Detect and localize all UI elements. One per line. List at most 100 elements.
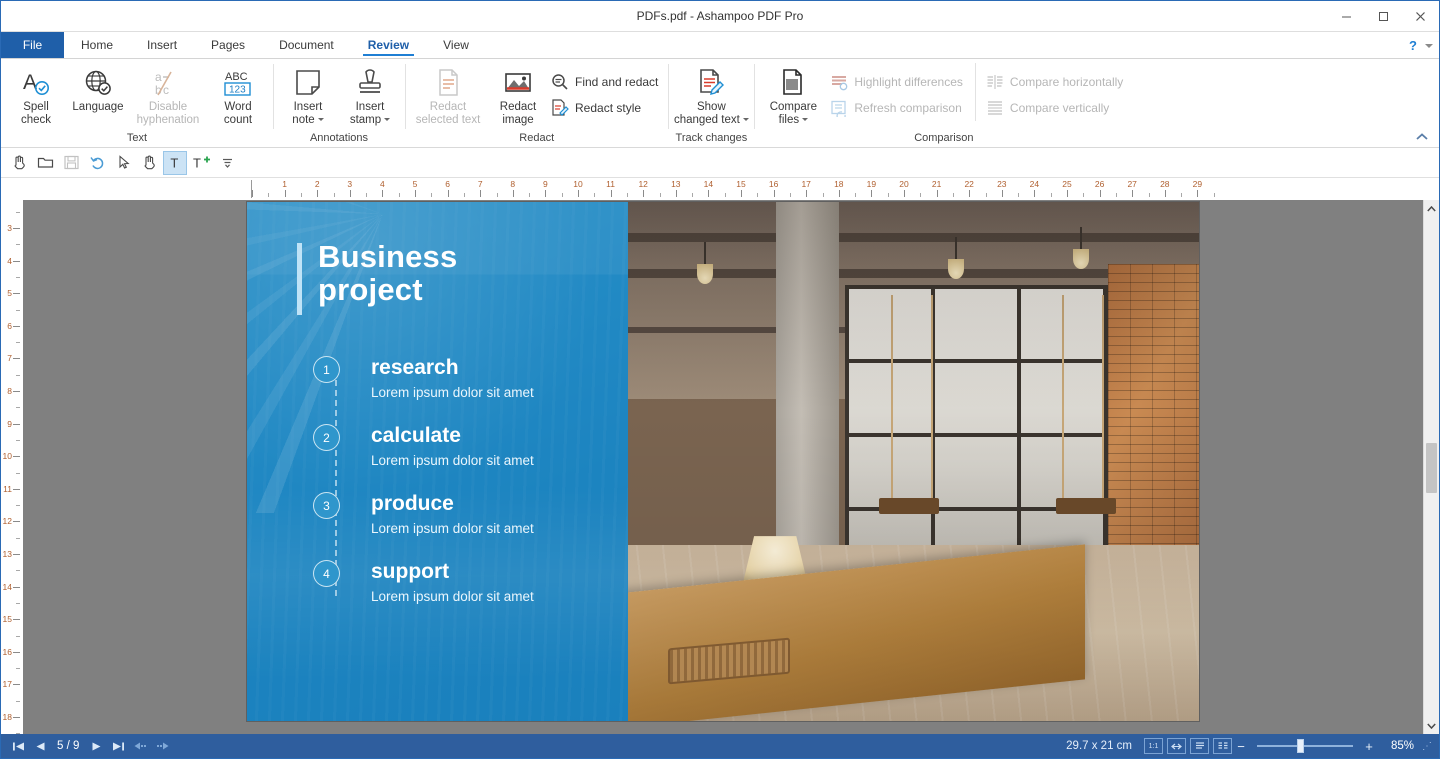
compare-files-icon xyxy=(779,67,807,99)
ruler-tick-major xyxy=(741,190,742,197)
step-heading: produce xyxy=(371,492,454,515)
insert-note-chevron-down-icon[interactable] xyxy=(317,118,324,122)
scrollbar-thumb[interactable] xyxy=(1426,443,1437,493)
document-canvas[interactable]: Business project 1 research Lorem ipsum … xyxy=(23,200,1423,734)
page-indicator[interactable]: 5 / 9 xyxy=(51,740,85,752)
ruler-tick-minor xyxy=(1083,193,1085,197)
ruler-tick-label: 26 xyxy=(1094,179,1105,189)
ruler-tick-minor xyxy=(1181,193,1183,197)
tab-review[interactable]: Review xyxy=(351,32,426,58)
actual-size-icon[interactable]: 1:1 xyxy=(1144,738,1163,754)
zoom-slider-thumb[interactable] xyxy=(1297,739,1305,753)
ruler-tick-major xyxy=(610,190,612,197)
page-title-line1: Business xyxy=(318,239,458,274)
compare-files-button[interactable]: Compare files xyxy=(758,63,828,127)
ruler-tick-major xyxy=(13,325,20,327)
pdf-page[interactable]: Business project 1 research Lorem ipsum … xyxy=(247,202,1199,721)
undo-icon[interactable] xyxy=(85,151,109,175)
vertical-scrollbar[interactable] xyxy=(1423,200,1439,734)
ruler-tick-minor xyxy=(16,374,20,376)
previous-page-button[interactable] xyxy=(29,736,51,756)
minimize-button[interactable] xyxy=(1328,1,1365,32)
collapse-ribbon-button[interactable] xyxy=(1413,129,1431,145)
redact-style-button[interactable]: Redact style xyxy=(549,95,664,121)
spell-check-label: Spell check xyxy=(20,101,52,126)
more-tools-icon[interactable] xyxy=(215,151,239,175)
scroll-up-button[interactable] xyxy=(1424,200,1439,217)
photo-swing-rope xyxy=(890,295,893,503)
help-icon[interactable]: ? xyxy=(1409,38,1417,53)
highlight-differences-label: Highlight differences xyxy=(854,75,963,89)
ruler-tick-minor xyxy=(529,193,531,197)
previous-view-button[interactable] xyxy=(129,736,151,756)
compare-vertically-label: Compare vertically xyxy=(1009,101,1110,115)
show-changed-text-chevron-down-icon[interactable] xyxy=(742,118,749,122)
horizontal-ruler[interactable]: 1 2 3 4 5 6 7 8 9 10 11 12 13 14 15 16 17 18 19 20 21 22 23 24 2… xyxy=(23,178,1439,200)
zoom-out-button[interactable]: − xyxy=(1234,739,1248,754)
redact-image-button[interactable]: Redact image xyxy=(487,63,549,127)
show-changed-text-label: Show changed text xyxy=(674,101,749,127)
hand-select-icon[interactable] xyxy=(7,151,31,175)
photo-swing-rope xyxy=(1101,295,1104,503)
single-page-icon[interactable] xyxy=(1190,738,1209,754)
add-text-icon[interactable]: T xyxy=(189,151,213,175)
maximize-button[interactable] xyxy=(1365,1,1402,32)
language-button[interactable]: Language xyxy=(67,63,129,127)
insert-note-button[interactable]: Insert note xyxy=(277,63,339,127)
zoom-in-button[interactable]: + xyxy=(1362,739,1376,754)
scroll-down-button[interactable] xyxy=(1424,717,1439,734)
insert-stamp-button[interactable]: Insert stamp xyxy=(339,63,401,127)
resize-grip-icon[interactable]: ⋰ xyxy=(1422,741,1433,752)
list-item: 3 produce Lorem ipsum dolor sit amet xyxy=(313,492,628,567)
next-page-button[interactable] xyxy=(85,736,107,756)
tab-insert[interactable]: Insert xyxy=(130,32,194,58)
panel-content: Business project 1 research Lorem ipsum … xyxy=(247,202,628,721)
ruler-tick-minor xyxy=(594,193,596,197)
help-chevron-down-icon[interactable] xyxy=(1425,43,1433,48)
find-and-redact-button[interactable]: Find and redact xyxy=(549,69,664,95)
ruler-tick-minor xyxy=(16,602,20,604)
next-view-button[interactable] xyxy=(151,736,173,756)
ruler-tick-label: 10 xyxy=(2,451,12,462)
ruler-tick-minor xyxy=(855,193,857,197)
tab-document[interactable]: Document xyxy=(262,32,351,58)
word-count-icon: ABC 123 xyxy=(221,67,255,99)
ruler-tick-label: 14 xyxy=(2,581,12,592)
first-page-button[interactable] xyxy=(7,736,29,756)
step-subtext: Lorem ipsum dolor sit amet xyxy=(371,589,534,604)
ruler-tick-minor xyxy=(16,472,20,474)
ruler-tick-major xyxy=(1067,190,1068,197)
word-count-button[interactable]: ABC 123 Word count xyxy=(207,63,269,127)
page-left-panel: Business project 1 research Lorem ipsum … xyxy=(247,202,628,721)
ruler-tick-label: 27 xyxy=(1127,179,1137,189)
comparison-small-buttons-2: Compare horizontally Compare vertically xyxy=(974,63,1129,121)
zoom-level[interactable]: 85% xyxy=(1376,740,1414,752)
tab-file[interactable]: File xyxy=(1,32,64,58)
cursor-arrow-icon[interactable] xyxy=(111,151,135,175)
fit-width-icon[interactable] xyxy=(1167,738,1186,754)
zoom-slider[interactable] xyxy=(1257,739,1353,753)
spell-check-button[interactable]: A Spell check xyxy=(5,63,67,127)
tab-view[interactable]: View xyxy=(426,32,486,58)
compare-files-chevron-down-icon[interactable] xyxy=(802,118,809,122)
ruler-tick-label: 17 xyxy=(2,679,12,690)
show-changed-text-button[interactable]: Show changed text xyxy=(672,63,750,127)
facing-pages-icon[interactable] xyxy=(1213,738,1232,754)
ruler-tick-label: 23 xyxy=(997,179,1007,189)
ribbon-group-comparison: Compare files Highlight differences Refr… xyxy=(754,59,1133,147)
insert-stamp-chevron-down-icon[interactable] xyxy=(384,118,391,122)
tab-pages[interactable]: Pages xyxy=(194,32,262,58)
tab-home[interactable]: Home xyxy=(64,32,130,58)
pan-hand-icon[interactable] xyxy=(137,151,161,175)
ribbon-group-label-annotations: Annotations xyxy=(309,132,369,144)
ruler-tick-minor xyxy=(1213,193,1215,197)
ruler-tick-major xyxy=(382,190,384,197)
save-icon[interactable] xyxy=(59,151,83,175)
last-page-button[interactable] xyxy=(107,736,129,756)
vertical-ruler[interactable]: 3 4 5 6 7 8 9 10 11 12 13 14 15 16 17 18 xyxy=(1,200,23,735)
ruler-tick-minor xyxy=(692,193,694,197)
ruler-tick-minor xyxy=(822,193,824,197)
close-button[interactable] xyxy=(1402,1,1439,32)
text-select-icon[interactable]: T xyxy=(163,150,187,175)
open-folder-icon[interactable] xyxy=(33,151,57,175)
